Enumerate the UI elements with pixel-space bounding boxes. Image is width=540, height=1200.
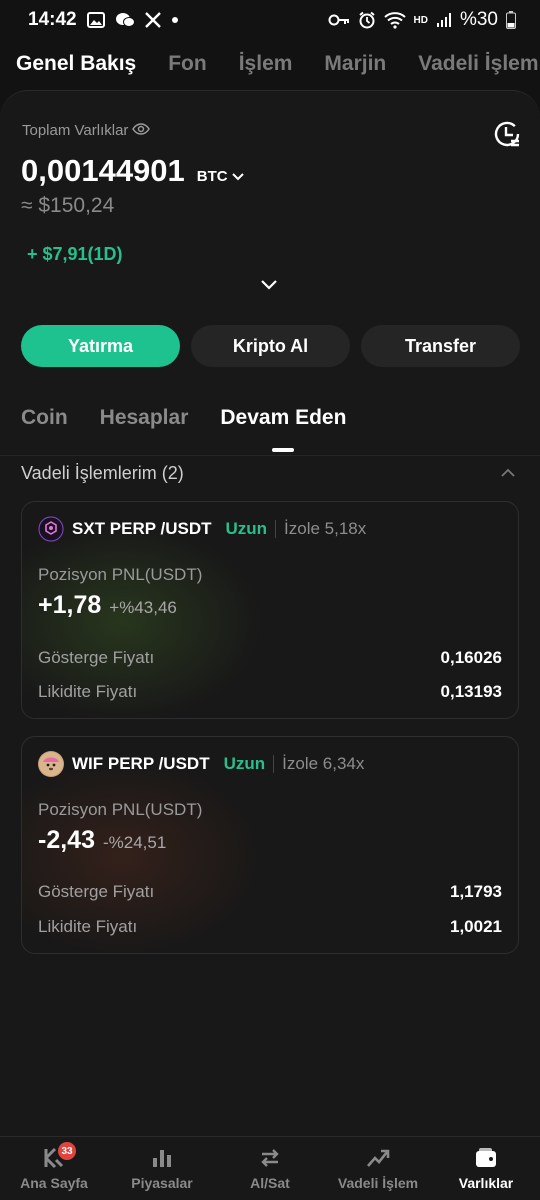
- pnl-value: +1,78: [38, 591, 102, 619]
- nav-label: Al/Sat: [250, 1175, 290, 1191]
- position-leverage: İzole 6,34x: [282, 754, 365, 773]
- pnl-value: -2,43: [38, 826, 95, 854]
- mark-price-row: Gösterge Fiyatı 0,16026: [38, 648, 502, 668]
- tab-futures[interactable]: Vadeli İşlem: [418, 52, 538, 76]
- nav-label: Vadeli İşlem: [337, 1175, 419, 1191]
- gallery-icon: [86, 12, 105, 28]
- separator: [275, 520, 277, 538]
- balance-usd: ≈ $150,24: [21, 194, 115, 217]
- signal-icon: [436, 12, 452, 28]
- liq-price-value: 1,0021: [450, 917, 502, 936]
- pnl-label: Pozisyon PNL(USDT): [38, 565, 203, 584]
- pnl-percent: -%24,51: [102, 833, 167, 852]
- position-pair: WIF PERP /USDT: [72, 754, 210, 773]
- status-bar: 14:42 HD %30: [0, 0, 540, 40]
- sxt-coin-icon: [38, 516, 64, 542]
- liq-price-row: Likidite Fiyatı 0,13193: [38, 682, 502, 702]
- battery-icon: [506, 11, 516, 29]
- tab-accounts[interactable]: Hesaplar: [100, 406, 189, 430]
- liq-price-value: 0,13193: [440, 682, 502, 701]
- daily-pnl[interactable]: + $7,91(1D): [27, 244, 123, 265]
- liq-price-row: Likidite Fiyatı 1,0021: [38, 917, 502, 937]
- tab-trading[interactable]: İşlem: [239, 52, 293, 76]
- currency-unit: BTC: [196, 168, 228, 185]
- tab-coin[interactable]: Coin: [21, 406, 68, 430]
- transfer-button[interactable]: Transfer: [361, 325, 520, 367]
- wif-coin-icon: [38, 751, 64, 777]
- total-assets-label: Toplam Varlıklar: [22, 122, 151, 139]
- tab-overview[interactable]: Genel Bakış: [16, 52, 136, 76]
- balance-row: 0,00144901 BTC: [21, 153, 244, 189]
- position-card[interactable]: WIF PERP /USDT Uzun İzole 6,34x Pozisyon…: [21, 736, 519, 954]
- key-icon: [328, 13, 350, 27]
- mark-price-label: Gösterge Fiyatı: [38, 648, 155, 667]
- position-leverage: İzole 5,18x: [284, 519, 367, 538]
- position-side: Uzun: [225, 519, 268, 538]
- eye-icon[interactable]: [132, 122, 151, 139]
- battery-percent: %30: [459, 9, 498, 30]
- history-icon[interactable]: [492, 119, 522, 149]
- liq-price-label: Likidite Fiyatı: [38, 917, 138, 936]
- mark-price-row: Gösterge Fiyatı 1,1793: [38, 882, 502, 902]
- bar-chart-icon: [149, 1145, 175, 1171]
- swap-arrows-icon: [257, 1145, 283, 1171]
- wallet-icon: [473, 1145, 499, 1171]
- nav-label: Ana Sayfa: [20, 1175, 88, 1191]
- position-pair: SXT PERP /USDT: [72, 519, 212, 538]
- nav-label: Varlıklar: [458, 1175, 514, 1191]
- position-header: WIF PERP /USDT Uzun İzole 6,34x: [38, 751, 364, 777]
- position-card[interactable]: SXT PERP /USDT Uzun İzole 5,18x Pozisyon…: [21, 501, 519, 719]
- mark-price-label: Gösterge Fiyatı: [38, 882, 155, 901]
- pnl-percent: +%43,46: [109, 598, 177, 617]
- bottom-nav: 33 Ana Sayfa Piyasalar Al/Sat Vadeli İşl…: [0, 1136, 540, 1200]
- x-logo-icon: [144, 12, 161, 28]
- total-assets-text: Toplam Varlıklar: [22, 122, 129, 139]
- expand-chevron-icon[interactable]: [259, 276, 279, 294]
- top-tabs: Genel Bakış Fon İşlem Marjin Vadeli İşle…: [16, 44, 540, 84]
- position-header: SXT PERP /USDT Uzun İzole 5,18x: [38, 516, 366, 542]
- chevron-down-icon: [231, 172, 244, 180]
- status-time: 14:42: [28, 9, 77, 30]
- nav-assets[interactable]: Varlıklar: [432, 1137, 540, 1200]
- wechat-icon: [115, 12, 135, 28]
- liq-price-label: Likidite Fiyatı: [38, 682, 138, 701]
- pnl-row: -2,43 -%24,51: [38, 826, 166, 855]
- action-buttons: Yatırma Kripto Al Transfer: [21, 325, 520, 367]
- chevron-up-icon[interactable]: [500, 466, 516, 480]
- nav-trade[interactable]: Al/Sat: [216, 1137, 324, 1200]
- futures-section-title[interactable]: Vadeli İşlemlerim (2): [21, 463, 184, 484]
- tab-margin[interactable]: Marjin: [324, 52, 386, 76]
- mark-price-value: 0,16026: [440, 648, 502, 667]
- deposit-button[interactable]: Yatırma: [21, 325, 180, 367]
- divider: [0, 455, 540, 456]
- buy-crypto-button[interactable]: Kripto Al: [191, 325, 350, 367]
- nav-label: Piyasalar: [131, 1175, 193, 1191]
- nav-futures[interactable]: Vadeli İşlem: [324, 1137, 432, 1200]
- network-type: HD: [413, 14, 428, 26]
- total-balance: 0,00144901: [21, 153, 185, 188]
- notification-dot-icon: [171, 16, 179, 24]
- position-side: Uzun: [223, 754, 266, 773]
- pnl-row: +1,78 +%43,46: [38, 591, 177, 620]
- tab-funding[interactable]: Fon: [168, 52, 206, 76]
- currency-selector[interactable]: BTC: [197, 168, 244, 185]
- nav-markets[interactable]: Piyasalar: [108, 1137, 216, 1200]
- nav-home[interactable]: 33 Ana Sayfa: [0, 1137, 108, 1200]
- wifi-icon: [383, 11, 406, 29]
- tab-ongoing[interactable]: Devam Eden: [220, 406, 346, 430]
- mark-price-value: 1,1793: [450, 882, 502, 901]
- notification-badge: 33: [58, 1142, 76, 1160]
- alarm-icon: [358, 11, 376, 29]
- trend-up-icon: [365, 1145, 391, 1171]
- separator: [273, 755, 275, 773]
- pnl-label: Pozisyon PNL(USDT): [38, 800, 203, 819]
- sub-tabs: Coin Hesaplar Devam Eden: [21, 406, 346, 430]
